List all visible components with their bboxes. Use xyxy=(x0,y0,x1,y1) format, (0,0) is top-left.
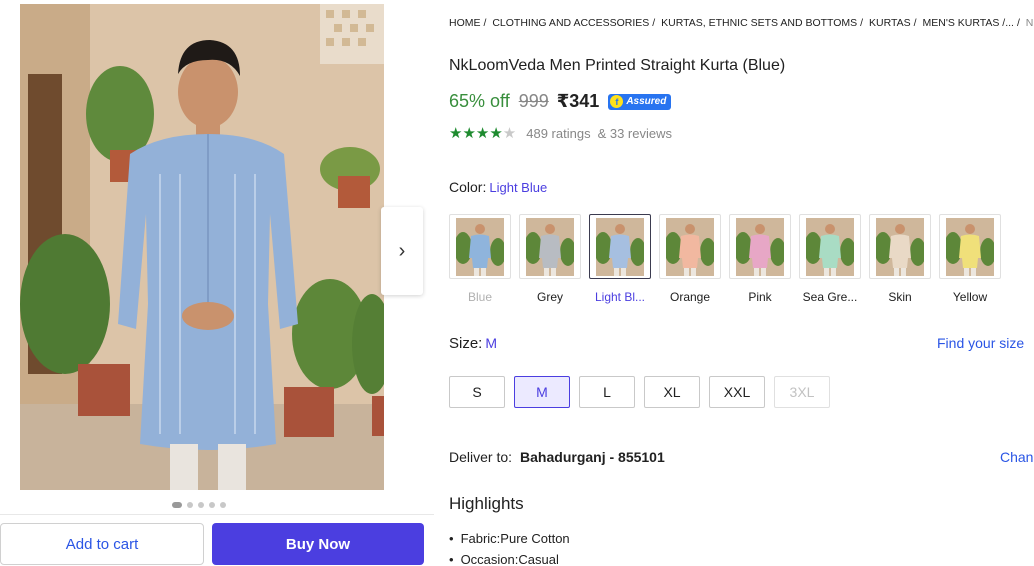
gallery-dot[interactable] xyxy=(187,502,193,508)
assured-f-icon: f xyxy=(610,95,624,108)
color-swatch-image xyxy=(526,217,574,276)
color-swatch[interactable]: Pink xyxy=(729,214,791,304)
breadcrumb-item-kurtas[interactable]: KURTAS xyxy=(869,17,911,29)
color-swatch-thumb xyxy=(729,214,791,279)
ratings-count: 489 ratings xyxy=(526,125,591,141)
breadcrumb-item-home[interactable]: HOME xyxy=(449,17,481,29)
color-swatch-label: Grey xyxy=(536,290,563,304)
product-title: NkLoomVeda Men Printed Straight Kurta (B… xyxy=(449,57,786,74)
gallery-dot[interactable] xyxy=(220,502,226,508)
change-location-link[interactable]: Chan xyxy=(1000,449,1033,465)
color-swatch-label: Sea Gre... xyxy=(802,290,858,304)
color-swatch[interactable]: Blue xyxy=(449,214,511,304)
assured-label: Assured xyxy=(626,96,667,107)
gallery-dot[interactable] xyxy=(172,502,182,508)
color-swatch[interactable]: Sea Gre... xyxy=(799,214,861,304)
highlight-item: Fabric:Pure Cotton xyxy=(449,531,570,546)
color-swatch-image xyxy=(876,217,924,276)
color-swatch-thumb xyxy=(799,214,861,279)
breadcrumb-item-clothing[interactable]: CLOTHING AND ACCESSORIES xyxy=(492,17,649,29)
color-swatch-thumb xyxy=(589,214,651,279)
divider xyxy=(0,514,434,515)
product-main-image[interactable] xyxy=(20,4,384,490)
color-swatch-thumb xyxy=(659,214,721,279)
color-swatch[interactable]: Grey xyxy=(519,214,581,304)
color-swatch[interactable]: Light Bl... xyxy=(589,214,651,304)
color-swatch[interactable]: Skin xyxy=(869,214,931,304)
delivery-location: Deliver to: Bahadurganj - 855101 xyxy=(449,449,665,465)
gallery-next-button[interactable]: › xyxy=(381,207,423,295)
gallery-dot[interactable] xyxy=(209,502,215,508)
color-swatch-label: Blue xyxy=(467,290,493,304)
add-to-cart-button[interactable]: Add to cart xyxy=(0,523,204,565)
size-options: S M L XL XXL 3XL xyxy=(449,376,839,408)
size-option[interactable]: XL xyxy=(644,376,700,408)
size-option[interactable]: XXL xyxy=(709,376,765,408)
color-swatch-label: Yellow xyxy=(952,290,988,304)
discount-text: 65% off xyxy=(449,91,510,111)
model-photo xyxy=(20,4,384,490)
size-option[interactable]: M xyxy=(514,376,570,408)
star-rating-icon: ★★★★★ xyxy=(449,125,517,142)
color-label-text: Color: xyxy=(449,179,487,195)
breadcrumb-item-mens-kurtas[interactable]: MEN'S KURTAS /... xyxy=(922,17,1013,29)
assured-badge: f Assured xyxy=(608,93,672,110)
color-label: Color: Light Blue xyxy=(449,179,547,195)
gallery-pagination xyxy=(172,502,226,508)
highlights-list: Fabric:Pure Cotton Occasion:Casual xyxy=(449,531,570,566)
selected-size: M xyxy=(485,335,498,351)
color-swatch-label: Light Bl... xyxy=(594,290,646,304)
buy-now-button[interactable]: Buy Now xyxy=(212,523,424,565)
product-gallery: › Add to cart Buy Now xyxy=(0,0,434,566)
delivery-place: Bahadurganj - 855101 xyxy=(520,449,665,465)
deliver-to-label: Deliver to: xyxy=(449,449,513,465)
size-option: 3XL xyxy=(774,376,830,408)
color-swatch-image xyxy=(596,217,644,276)
color-swatch-image xyxy=(736,217,784,276)
color-swatch-image xyxy=(946,217,994,276)
color-swatch-label: Orange xyxy=(669,290,711,304)
color-swatch-label: Skin xyxy=(888,290,912,304)
breadcrumb: HOME / CLOTHING AND ACCESSORIES / KURTAS, … xyxy=(449,17,1034,29)
color-swatch[interactable]: Orange xyxy=(659,214,721,304)
breadcrumb-item-kurtas-ethnic[interactable]: KURTAS, ETHNIC SETS AND BOTTOMS xyxy=(661,17,857,29)
price-row: 65% off 999 ₹341 f Assured xyxy=(449,91,672,112)
color-swatch-label: Pink xyxy=(748,290,772,304)
color-swatch-thumb xyxy=(869,214,931,279)
color-swatch-thumb xyxy=(519,214,581,279)
color-swatch[interactable]: Yellow xyxy=(939,214,1001,304)
highlights-heading: Highlights xyxy=(449,494,524,513)
size-label: Size: M xyxy=(449,335,497,352)
size-label-text: Size: xyxy=(449,335,483,352)
color-swatch-image xyxy=(666,217,714,276)
highlight-item: Occasion:Casual xyxy=(449,552,570,566)
color-swatch-thumb xyxy=(939,214,1001,279)
color-swatches: Blue Grey Light Bl... Orange Pink Sea Gre... S… xyxy=(449,214,1009,304)
color-swatch-image xyxy=(456,217,504,276)
selling-price: ₹341 xyxy=(556,91,600,111)
reviews-count: & 33 reviews xyxy=(597,125,672,141)
selected-color: Light Blue xyxy=(489,180,548,195)
rating-row[interactable]: ★★★★★ 489 ratings & 33 reviews xyxy=(449,124,672,142)
mrp-text: 999 xyxy=(518,91,549,111)
breadcrumb-item-current: NKLO... xyxy=(1025,17,1034,29)
gallery-dot[interactable] xyxy=(198,502,204,508)
color-swatch-image xyxy=(806,217,854,276)
color-swatch-thumb xyxy=(449,214,511,279)
find-your-size-link[interactable]: Find your size xyxy=(937,335,1024,351)
size-option[interactable]: S xyxy=(449,376,505,408)
chevron-right-icon: › xyxy=(398,240,406,262)
size-option[interactable]: L xyxy=(579,376,635,408)
